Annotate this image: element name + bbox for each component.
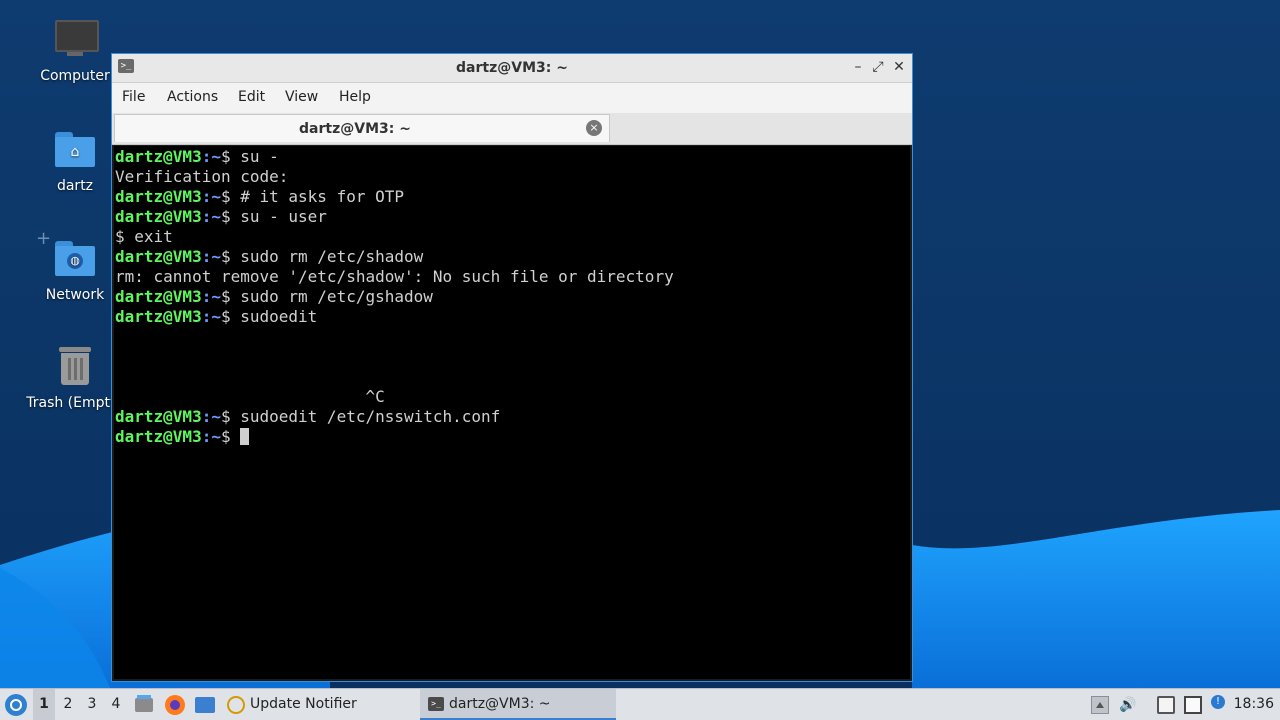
home-folder-icon: ⌂ [53, 128, 97, 172]
terminal-line: dartz@VM3:~$ sudoedit /etc/nsswitch.conf [115, 407, 500, 427]
notification-icon[interactable]: ! [1211, 695, 1225, 709]
prompt-sign: $ [220, 427, 241, 446]
computer-monitor-icon [53, 18, 99, 62]
clock: 18:36 [1233, 696, 1274, 712]
terminal-output-line: $ exit [115, 227, 173, 246]
plus-icon: + [36, 228, 52, 249]
terminal-window[interactable]: >_ dartz@VM3: ~ – ⤢ ✕ File Actions Edit … [111, 53, 913, 682]
prompt-sign: $ [220, 147, 241, 166]
terminal-output-line: Verification code: [115, 167, 289, 186]
clipboard-icon[interactable] [1157, 696, 1175, 714]
tab-close-icon[interactable]: × [586, 120, 602, 136]
show-desktop-icon[interactable] [195, 695, 215, 715]
tab-terminal[interactable]: dartz@VM3: ~ × [114, 114, 610, 142]
prompt-user: dartz@VM3 [115, 187, 202, 206]
command-text: su - user [240, 207, 327, 226]
window-title: dartz@VM3: ~ [456, 60, 568, 76]
desktop-icon-home[interactable]: ⌂ dartz [25, 128, 125, 194]
prompt-sign: $ [220, 207, 241, 226]
terminal-line: dartz@VM3:~$ su - user [115, 207, 327, 227]
terminal-line: dartz@VM3:~$ sudoedit [115, 307, 317, 327]
prompt-user: dartz@VM3 [115, 307, 202, 326]
text-cursor [240, 428, 250, 445]
terminal-line: dartz@VM3:~$ # it asks for OTP [115, 187, 404, 207]
workspace-1[interactable]: 1 [33, 689, 55, 720]
prompt-path: :~ [201, 407, 221, 426]
menubar: File Actions Edit View Help [112, 83, 912, 113]
prompt-sign: $ [220, 187, 241, 206]
prompt-user: dartz@VM3 [115, 427, 202, 446]
command-text: sudoedit [240, 307, 318, 326]
prompt-user: dartz@VM3 [115, 147, 202, 166]
menu-edit[interactable]: Edit [238, 89, 265, 105]
menu-actions[interactable]: Actions [167, 89, 218, 105]
workspace-3[interactable]: 3 [81, 689, 103, 720]
update-notifier-icon [227, 696, 245, 714]
command-text: sudo rm /etc/gshadow [240, 287, 433, 306]
workspace-2[interactable]: 2 [57, 689, 79, 720]
task-label: dartz@VM3: ~ [449, 696, 551, 712]
prompt-path: :~ [201, 247, 221, 266]
desktop-icon-label: Computer [40, 68, 110, 84]
prompt-sign: $ [220, 407, 241, 426]
prompt-sign: $ [220, 287, 241, 306]
close-button[interactable]: ✕ [890, 58, 908, 76]
terminal-output-line: rm: cannot remove '/etc/shadow': No such… [115, 267, 674, 286]
command-text: # it asks for OTP [240, 187, 404, 206]
menu-help[interactable]: Help [339, 89, 371, 105]
terminal-line: dartz@VM3:~$ su - [115, 147, 279, 167]
task-label: Update Notifier [250, 696, 357, 712]
start-menu-icon[interactable] [5, 694, 27, 716]
prompt-user: dartz@VM3 [115, 207, 202, 226]
prompt-user: dartz@VM3 [115, 287, 202, 306]
tray-arrow-icon[interactable] [1091, 696, 1109, 714]
prompt-sign: $ [220, 247, 241, 266]
workspace-4[interactable]: 4 [105, 689, 127, 720]
prompt-sign: $ [220, 307, 241, 326]
minimize-button[interactable]: – [849, 58, 867, 76]
maximize-button[interactable]: ⤢ [869, 58, 887, 76]
network-tray-icon[interactable] [1184, 696, 1202, 714]
command-text: su - [240, 147, 279, 166]
file-manager-icon[interactable] [135, 695, 155, 715]
prompt-path: :~ [201, 287, 221, 306]
prompt-user: dartz@VM3 [115, 247, 202, 266]
window-titlebar[interactable]: >_ dartz@VM3: ~ – ⤢ ✕ [112, 54, 912, 83]
network-folder-icon: ◍ [53, 237, 97, 281]
menu-file[interactable]: File [122, 89, 145, 105]
prompt-path: :~ [201, 427, 221, 446]
trash-icon [53, 345, 97, 389]
desktop-icon-label: Network [45, 287, 105, 303]
prompt-path: :~ [201, 207, 221, 226]
desktop-icon-trash[interactable]: Trash (Empty) [25, 345, 125, 411]
terminal-output-line: ^C [115, 387, 385, 406]
prompt-path: :~ [201, 307, 221, 326]
terminal-output[interactable]: dartz@VM3:~$ su - Verification code: dartz… [114, 146, 910, 679]
prompt-user: dartz@VM3 [115, 407, 202, 426]
prompt-path: :~ [201, 187, 221, 206]
command-text: sudo rm /etc/shadow [240, 247, 424, 266]
desktop-icon-label: dartz [56, 178, 94, 194]
desktop-icon-label: Trash (Empty) [26, 395, 124, 411]
desktop-icon-computer[interactable]: Computer [25, 18, 125, 84]
terminal-icon: >_ [428, 697, 444, 711]
taskbar: 1 2 3 4 Update Notifier >_ dartz@VM3: ~ … [0, 688, 1280, 720]
task-update-notifier[interactable]: Update Notifier [225, 689, 405, 720]
command-text: sudoedit /etc/nsswitch.conf [240, 407, 501, 426]
terminal-line: dartz@VM3:~$ sudo rm /etc/shadow [115, 247, 423, 267]
terminal-line: dartz@VM3:~$ [115, 427, 250, 447]
prompt-path: :~ [201, 147, 221, 166]
tab-bar: dartz@VM3: ~ × [112, 113, 912, 145]
tab-label: dartz@VM3: ~ [299, 121, 411, 137]
menu-view[interactable]: View [285, 89, 318, 105]
volume-icon[interactable]: 🔊 [1119, 696, 1137, 714]
task-terminal[interactable]: >_ dartz@VM3: ~ [420, 689, 616, 720]
firefox-icon[interactable] [165, 695, 185, 715]
terminal-line: dartz@VM3:~$ sudo rm /etc/gshadow [115, 287, 433, 307]
